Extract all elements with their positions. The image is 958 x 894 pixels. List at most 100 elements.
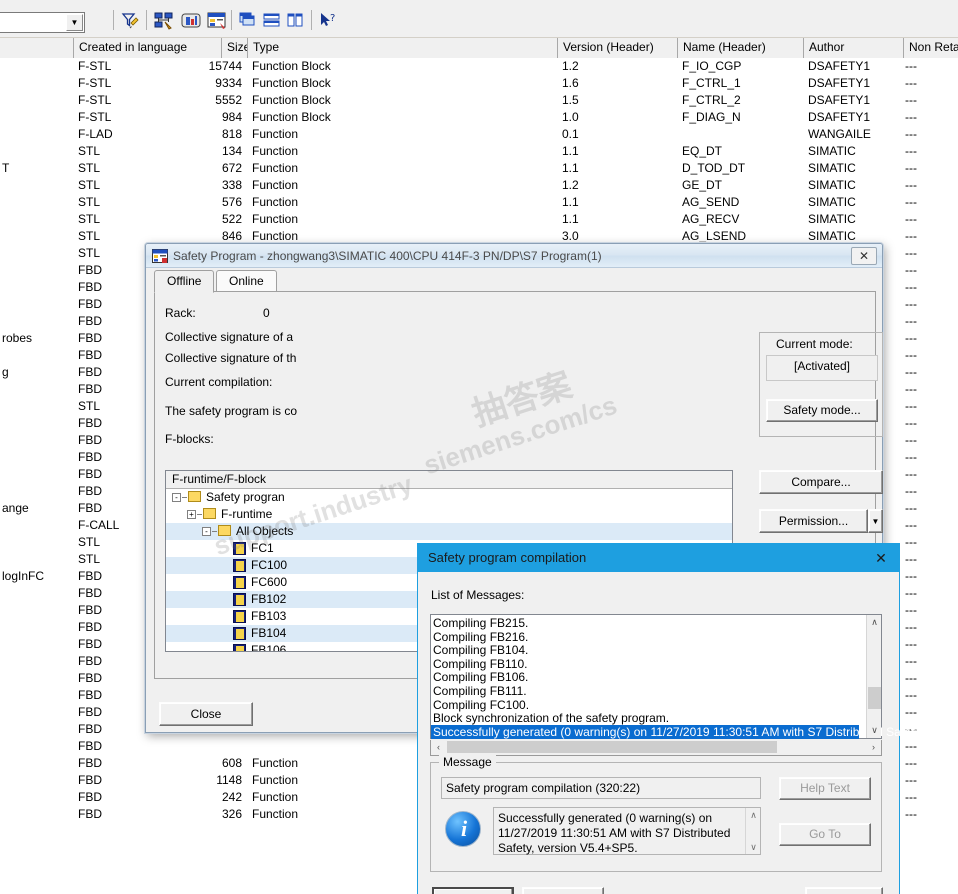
- cell-language: FBD: [78, 790, 102, 804]
- scrollbar-thumb[interactable]: [447, 741, 777, 753]
- column-header-size[interactable]: Size i...: [222, 38, 248, 58]
- collapse-icon[interactable]: -: [202, 527, 211, 536]
- hardware-config-icon[interactable]: [180, 11, 201, 30]
- list-item[interactable]: Compiling FB111.: [433, 684, 527, 698]
- list-item[interactable]: Compiling FB110.: [433, 657, 528, 671]
- message-title-field: Safety program compilation (320:22): [441, 777, 761, 799]
- cell-non-retain: ---: [905, 127, 917, 141]
- tree-item[interactable]: - All Objects: [166, 523, 732, 540]
- tab-offline[interactable]: Offline: [154, 270, 215, 293]
- table-row[interactable]: F-STL 15744 Function Block 1.2 F_IO_CGP DSAFE…: [0, 58, 958, 75]
- compilation-close-button[interactable]: Close: [432, 887, 514, 894]
- messages-listbox[interactable]: Compiling FB215. Compiling FB216. Compilin…: [430, 614, 920, 739]
- table-row[interactable]: STL 576 Function 1.1 AG_SEND SIMATIC ---: [0, 194, 958, 211]
- table-row[interactable]: F-STL 984 Function Block 1.0 F_DIAG_N DSAFETY…: [0, 109, 958, 126]
- main-toolbar: lter > ▼: [0, 0, 958, 38]
- column-header-version[interactable]: Version (Header): [558, 38, 678, 58]
- cell-language: FBD: [78, 654, 102, 668]
- cell-non-retain: ---: [905, 76, 917, 90]
- permission-dropdown-arrow[interactable]: ▼: [868, 509, 883, 533]
- scroll-down-icon[interactable]: ∨: [746, 840, 761, 854]
- help-text-button[interactable]: Help Text: [779, 777, 871, 800]
- permission-button[interactable]: Permission...: [759, 509, 868, 533]
- messages-vertical-scrollbar[interactable]: ∧ ∨: [866, 615, 881, 738]
- safety-mode-button[interactable]: Safety mode...: [766, 399, 878, 422]
- list-item[interactable]: Compiling FB215.: [433, 616, 528, 630]
- column-header-symbol[interactable]: [0, 38, 74, 58]
- compilation-save-button[interactable]: Save: [522, 887, 604, 894]
- close-icon[interactable]: ✕: [851, 247, 877, 265]
- cell-language: FBD: [78, 280, 102, 294]
- cell-language: STL: [78, 144, 101, 158]
- scroll-left-icon[interactable]: ‹: [431, 740, 446, 754]
- tile-vertical-icon[interactable]: [286, 11, 306, 30]
- tile-horizontal-icon[interactable]: [262, 11, 282, 30]
- cell-language: FBD: [78, 586, 102, 600]
- toolbar-separator: [231, 10, 232, 30]
- cell-non-retain: ---: [905, 212, 917, 226]
- column-header-author[interactable]: Author: [804, 38, 904, 58]
- table-row[interactable]: STL 134 Function 1.1 EQ_DT SIMATIC ---: [0, 143, 958, 160]
- column-header-non-retain[interactable]: Non Retai: [904, 38, 958, 58]
- cell-type: Function Block: [252, 76, 331, 90]
- cell-size: 134: [221, 144, 242, 158]
- scroll-up-icon[interactable]: ∧: [867, 615, 882, 630]
- messages-horizontal-scrollbar[interactable]: ‹ ›: [430, 740, 882, 756]
- table-row[interactable]: F-STL 9334 Function Block 1.6 F_CTRL_1 DSAFET…: [0, 75, 958, 92]
- function-block-icon: [233, 593, 246, 606]
- cell-non-retain: ---: [905, 263, 917, 277]
- table-row[interactable]: T STL 672 Function 1.1 D_TOD_DT SIMATIC ---: [0, 160, 958, 177]
- tree-item-label: FB103: [251, 609, 287, 623]
- list-item[interactable]: Successfully generated (0 warning(s) on …: [431, 724, 920, 739]
- cell-version: 1.6: [562, 76, 579, 90]
- column-header-type[interactable]: Type: [248, 38, 558, 58]
- cell-non-retain: ---: [905, 399, 917, 413]
- table-row[interactable]: STL 338 Function 1.2 GE_DT SIMATIC ---: [0, 177, 958, 194]
- compilation-help-button[interactable]: Help: [805, 887, 883, 894]
- compilation-dialog-titlebar[interactable]: Safety program compilation ✕: [418, 544, 899, 572]
- safety-program-titlebar[interactable]: Safety Program - zhongwang3\SIMATIC 400\…: [146, 244, 882, 268]
- tree-item[interactable]: - Safety progran: [166, 489, 732, 506]
- fblock-tree-header[interactable]: F-runtime/F-block: [166, 471, 732, 489]
- expand-icon[interactable]: +: [187, 510, 196, 519]
- scrollbar-thumb[interactable]: [868, 687, 881, 709]
- scroll-down-icon[interactable]: ∨: [867, 723, 882, 738]
- list-item[interactable]: Compiling FC100.: [433, 698, 529, 712]
- cascade-icon[interactable]: [238, 11, 258, 30]
- collapse-icon[interactable]: -: [172, 493, 181, 502]
- symbol-table-icon[interactable]: [206, 11, 226, 30]
- scroll-up-icon[interactable]: ∧: [746, 808, 761, 822]
- cell-type: Function: [252, 127, 299, 141]
- tree-item[interactable]: + F-runtime: [166, 506, 732, 523]
- folder-icon: [218, 525, 231, 536]
- network-config-icon[interactable]: [154, 11, 174, 30]
- scroll-right-icon[interactable]: ›: [866, 740, 881, 754]
- tab-online[interactable]: Online: [216, 270, 277, 292]
- message-detail-scrollbar[interactable]: ∧ ∨: [745, 808, 760, 854]
- table-row[interactable]: STL 522 Function 1.1 AG_RECV SIMATIC ---: [0, 211, 958, 228]
- table-row[interactable]: F-LAD 818 Function 0.1 WANGAILE ---: [0, 126, 958, 143]
- tree-item-label: FC600: [251, 575, 288, 589]
- help-pointer-icon[interactable]: ?: [318, 11, 338, 30]
- filter-icon[interactable]: [120, 11, 140, 30]
- list-item[interactable]: Compiling FB104.: [433, 643, 528, 657]
- list-item[interactable]: Compiling FB216.: [433, 630, 528, 644]
- cell-type: Function: [252, 178, 299, 192]
- cell-language: F-STL: [78, 59, 112, 73]
- column-header-language[interactable]: Created in language: [74, 38, 222, 58]
- compare-button[interactable]: Compare...: [759, 470, 883, 494]
- list-item[interactable]: Compiling FB106.: [433, 670, 528, 684]
- column-header-name[interactable]: Name (Header): [678, 38, 804, 58]
- cell-language: FBD: [78, 501, 102, 515]
- compilation-dialog-title: Safety program compilation: [428, 550, 587, 565]
- list-item[interactable]: Block synchronization of the safety prog…: [433, 711, 669, 725]
- go-to-button[interactable]: Go To: [779, 823, 871, 846]
- filter-combobox[interactable]: lter > ▼: [0, 12, 85, 33]
- table-row[interactable]: F-STL 5552 Function Block 1.5 F_CTRL_2 DSAFET…: [0, 92, 958, 109]
- tree-connector: [197, 514, 202, 515]
- cell-non-retain: ---: [905, 416, 917, 430]
- cell-language: STL: [78, 399, 101, 413]
- safety-window-close-button[interactable]: Close: [159, 702, 253, 726]
- chevron-down-icon[interactable]: ▼: [66, 14, 83, 31]
- close-icon[interactable]: ✕: [871, 548, 891, 568]
